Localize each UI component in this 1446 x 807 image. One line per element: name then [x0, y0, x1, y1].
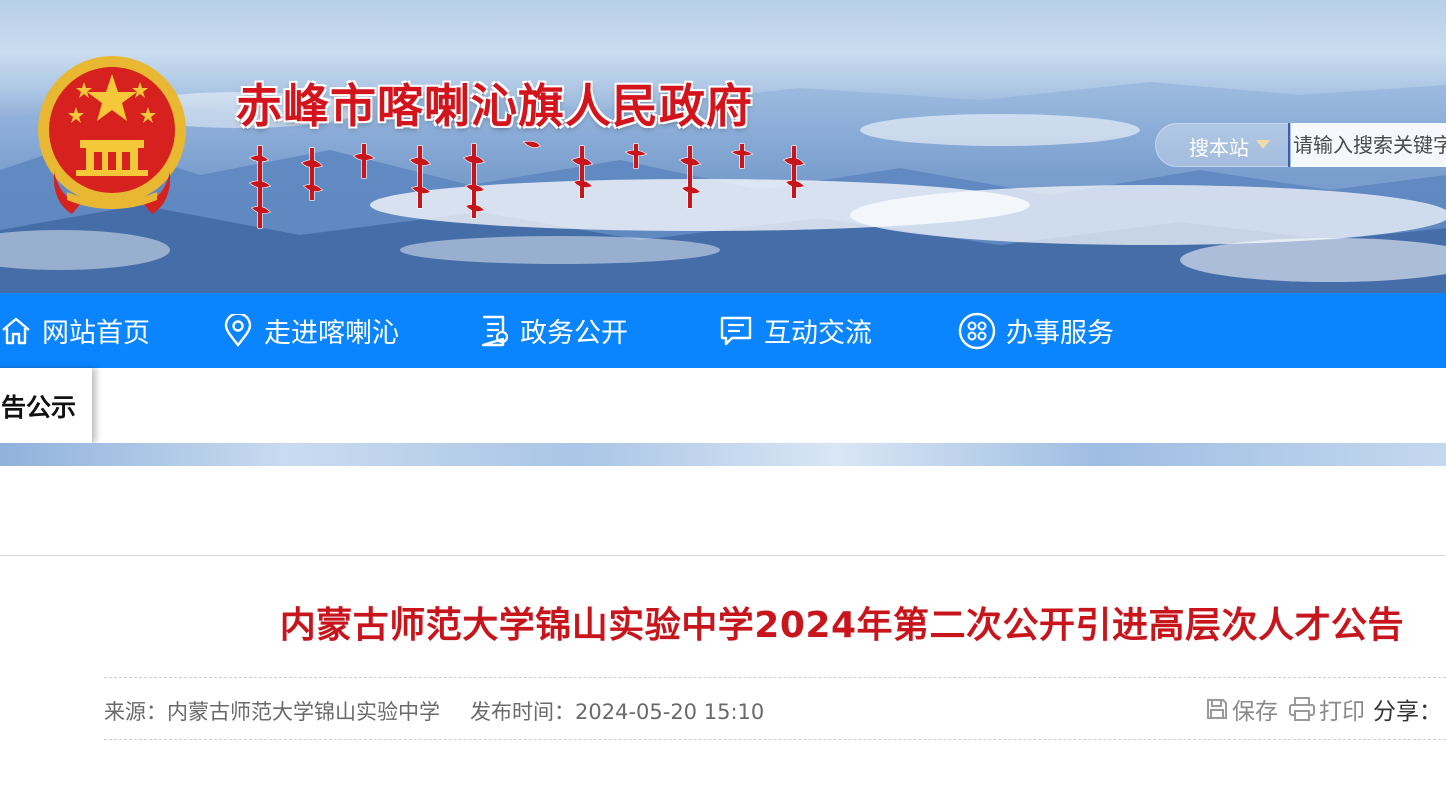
article-tools: 保存 打印 分享：: [1205, 693, 1442, 725]
breadcrumb-tab[interactable]: 告公示: [0, 368, 92, 443]
breadcrumb-bar: 告公示: [0, 368, 1446, 443]
main-nav: 网站首页 走进喀喇沁 政务公开 互动交流 办事服务: [0, 293, 1446, 368]
mongolian-script-title: [248, 140, 806, 229]
save-button[interactable]: 保存: [1205, 692, 1278, 726]
location-pin-icon: [224, 313, 252, 347]
article-meta: 来源：内蒙古师范大学锦山实验中学 发布时间：2024-05-20 15:10: [104, 696, 764, 726]
article-source: 来源：内蒙古师范大学锦山实验中学: [104, 700, 440, 724]
print-button[interactable]: 打印: [1288, 692, 1365, 726]
nav-label-gov-affairs: 政务公开: [520, 318, 628, 349]
nav-item-interaction[interactable]: 互动交流: [718, 293, 872, 368]
home-icon: [2, 317, 30, 344]
header-banner: 赤峰市喀喇沁旗人民政府 搜本站: [0, 0, 1446, 293]
meta-divider-bottom: [104, 739, 1446, 740]
share-label: 分享：: [1373, 699, 1442, 725]
chat-icon: [720, 316, 752, 345]
breadcrumb-current: 告公示: [0, 392, 76, 422]
section-divider: [0, 555, 1446, 556]
print-label: 打印: [1319, 699, 1365, 725]
meta-divider-top: [104, 677, 1446, 678]
nav-label-home: 网站首页: [42, 318, 150, 349]
article-publish-time: 发布时间：2024-05-20 15:10: [470, 700, 765, 724]
search-input[interactable]: [1291, 123, 1446, 167]
site-search: 搜本站: [1155, 123, 1446, 167]
document-icon: [481, 315, 509, 346]
nav-item-about[interactable]: 走进喀喇沁: [222, 293, 399, 368]
nav-label-services: 办事服务: [1006, 318, 1114, 349]
chevron-down-icon[interactable]: [1256, 140, 1270, 149]
save-icon: [1207, 699, 1227, 719]
nav-label-interaction: 互动交流: [764, 318, 872, 349]
printer-icon: [1289, 697, 1315, 721]
nav-item-home[interactable]: 网站首页: [0, 293, 150, 368]
nav-item-gov-affairs[interactable]: 政务公开: [478, 293, 628, 368]
nav-label-about: 走进喀喇沁: [264, 318, 399, 349]
services-grid-icon: [958, 312, 996, 349]
decorative-strip: [0, 443, 1446, 466]
national-emblem-logo: [38, 56, 186, 214]
search-scope-select[interactable]: 搜本站: [1189, 132, 1249, 161]
article-title: 内蒙古师范大学锦山实验中学2024年第二次公开引进高层次人才公告: [279, 605, 1404, 646]
save-label: 保存: [1232, 699, 1278, 725]
nav-item-services[interactable]: 办事服务: [958, 293, 1114, 368]
search-divider: [1288, 123, 1290, 167]
site-title: 赤峰市喀喇沁旗人民政府: [236, 79, 753, 133]
